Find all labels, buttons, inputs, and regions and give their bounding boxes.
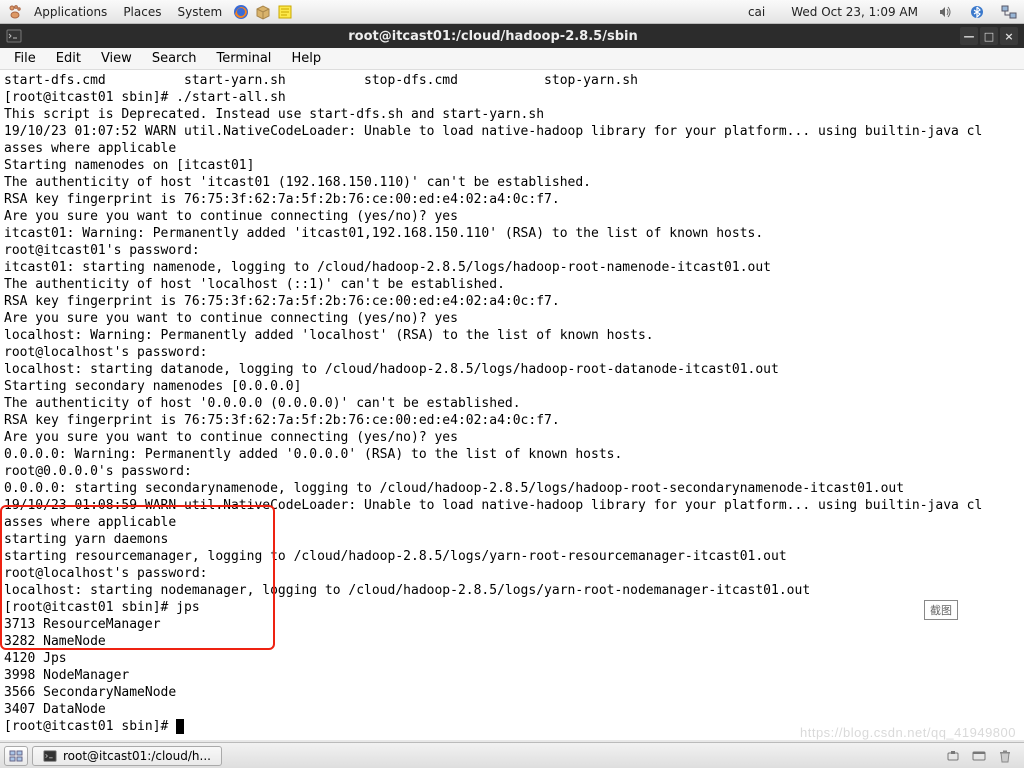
terminal-line: root@localhost's password: (4, 344, 1020, 361)
terminal-line: 4120 Jps (4, 650, 1020, 667)
terminal-title-icon (6, 28, 22, 44)
terminal-line: 0.0.0.0: starting secondarynamenode, log… (4, 480, 1020, 497)
maximize-button[interactable]: □ (980, 27, 998, 45)
window-title: root@itcast01:/cloud/hadoop-2.8.5/sbin (28, 29, 958, 44)
menu-help[interactable]: Help (281, 49, 331, 68)
show-desktop-button[interactable] (4, 746, 28, 766)
terminal-line: asses where applicable (4, 514, 1020, 531)
terminal-line: [root@itcast01 sbin]# jps (4, 599, 1020, 616)
volume-icon[interactable] (936, 3, 954, 21)
terminal-line: localhost: starting datanode, logging to… (4, 361, 1020, 378)
package-icon[interactable] (254, 3, 272, 21)
terminal-line: root@localhost's password: (4, 565, 1020, 582)
terminal-line: Are you sure you want to continue connec… (4, 208, 1020, 225)
terminal-line: 19/10/23 01:07:52 WARN util.NativeCodeLo… (4, 123, 1020, 140)
terminal-menubar: File Edit View Search Terminal Help (0, 48, 1024, 70)
terminal-line: itcast01: Warning: Permanently added 'it… (4, 225, 1020, 242)
terminal-cursor (176, 719, 184, 734)
tray-icon-1[interactable] (944, 747, 962, 765)
terminal-line: start-dfs.cmd start-yarn.sh stop-dfs.cmd… (4, 72, 1020, 89)
menu-search[interactable]: Search (142, 49, 207, 68)
terminal-line: The authenticity of host 'localhost (::1… (4, 276, 1020, 293)
terminal-line: RSA key fingerprint is 76:75:3f:62:7a:5f… (4, 412, 1020, 429)
top-panel: Applications Places System cai Wed Oct 2… (0, 0, 1024, 24)
terminal-line: root@itcast01's password: (4, 242, 1020, 259)
terminal-line: 3566 SecondaryNameNode (4, 684, 1020, 701)
terminal-line: starting yarn daemons (4, 531, 1020, 548)
tray-icon-2[interactable] (970, 747, 988, 765)
terminal-line: root@0.0.0.0's password: (4, 463, 1020, 480)
menu-edit[interactable]: Edit (46, 49, 91, 68)
trash-icon[interactable] (996, 747, 1014, 765)
terminal-line: Are you sure you want to continue connec… (4, 310, 1020, 327)
terminal-line: 3998 NodeManager (4, 667, 1020, 684)
menu-file[interactable]: File (4, 49, 46, 68)
terminal-line: Starting namenodes on [itcast01] (4, 157, 1020, 174)
terminal-line: 3282 NameNode (4, 633, 1020, 650)
screenshot-label: 截图 (924, 600, 958, 620)
menu-view[interactable]: View (91, 49, 142, 68)
terminal-line: 0.0.0.0: Warning: Permanently added '0.0… (4, 446, 1020, 463)
bottom-panel: root@itcast01:/cloud/h... (0, 742, 1024, 768)
user-menu[interactable]: cai (738, 5, 775, 19)
menu-terminal[interactable]: Terminal (206, 49, 281, 68)
terminal-line: [root@itcast01 sbin]# ./start-all.sh (4, 89, 1020, 106)
bluetooth-icon[interactable] (968, 3, 986, 21)
network-icon[interactable] (1000, 3, 1018, 21)
taskbar-terminal-label: root@itcast01:/cloud/h... (63, 749, 211, 763)
terminal-line: RSA key fingerprint is 76:75:3f:62:7a:5f… (4, 293, 1020, 310)
terminal-line: localhost: starting nodemanager, logging… (4, 582, 1020, 599)
terminal-line: starting resourcemanager, logging to /cl… (4, 548, 1020, 565)
terminal-line: This script is Deprecated. Instead use s… (4, 106, 1020, 123)
gnome-foot-icon (6, 3, 24, 21)
terminal-line: Are you sure you want to continue connec… (4, 429, 1020, 446)
terminal-output[interactable]: start-dfs.cmd start-yarn.sh stop-dfs.cmd… (0, 70, 1024, 740)
minimize-button[interactable]: — (960, 27, 978, 45)
terminal-line: The authenticity of host 'itcast01 (192.… (4, 174, 1020, 191)
terminal-line: 3713 ResourceManager (4, 616, 1020, 633)
clock[interactable]: Wed Oct 23, 1:09 AM (785, 5, 924, 19)
terminal-line: 3407 DataNode (4, 701, 1020, 718)
system-menu[interactable]: System (169, 2, 230, 22)
window-titlebar: root@itcast01:/cloud/hadoop-2.8.5/sbin —… (0, 24, 1024, 48)
terminal-line: 19/10/23 01:08:59 WARN util.NativeCodeLo… (4, 497, 1020, 514)
terminal-line: localhost: Warning: Permanently added 'l… (4, 327, 1020, 344)
close-button[interactable]: × (1000, 27, 1018, 45)
taskbar-terminal-button[interactable]: root@itcast01:/cloud/h... (32, 746, 222, 766)
watermark: https://blog.csdn.net/qq_41949800 (800, 725, 1016, 740)
places-menu[interactable]: Places (115, 2, 169, 22)
notes-icon[interactable] (276, 3, 294, 21)
terminal-line: The authenticity of host '0.0.0.0 (0.0.0… (4, 395, 1020, 412)
firefox-icon[interactable] (232, 3, 250, 21)
terminal-line: RSA key fingerprint is 76:75:3f:62:7a:5f… (4, 191, 1020, 208)
terminal-line: itcast01: starting namenode, logging to … (4, 259, 1020, 276)
applications-menu[interactable]: Applications (26, 2, 115, 22)
terminal-line: Starting secondary namenodes [0.0.0.0] (4, 378, 1020, 395)
terminal-line: asses where applicable (4, 140, 1020, 157)
